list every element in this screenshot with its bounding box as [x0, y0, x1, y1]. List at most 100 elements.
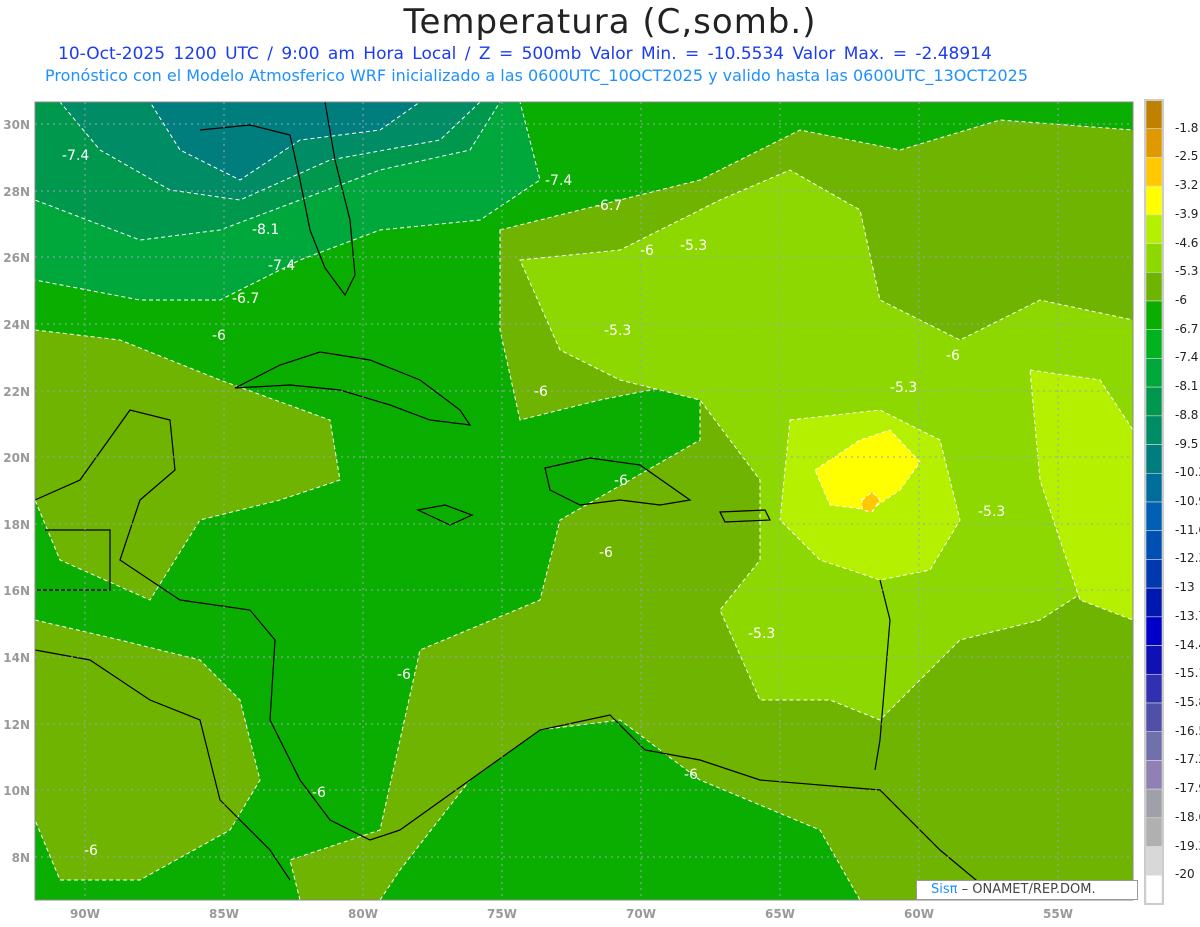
contour-label: -7.4 — [268, 258, 295, 274]
lat-tick: 8N — [12, 851, 30, 865]
lon-tick: 85W — [209, 907, 239, 921]
colorbar-label: -1.8 — [1175, 120, 1199, 135]
lat-tick-labels: 30N 28N 26N 24N 22N 20N 18N 16N 14N 12N … — [3, 118, 30, 865]
colorbar-swatch — [1145, 530, 1163, 560]
contour-label: -5.3 — [890, 380, 917, 396]
lon-tick: 65W — [765, 907, 795, 921]
lat-tick: 22N — [3, 385, 30, 399]
colorbar-label: -6.7 — [1175, 321, 1199, 336]
colorbar-label: -10.2 — [1175, 465, 1200, 480]
contour-label: -5.3 — [680, 238, 707, 254]
colorbar-swatch — [1145, 731, 1163, 761]
contour-label: -6.7 — [232, 291, 259, 307]
colorbar-label: -19.3 — [1175, 838, 1200, 853]
colorbar-swatch — [1145, 702, 1163, 733]
lon-tick: 55W — [1043, 907, 1073, 921]
contour-label: -5.3 — [748, 626, 775, 642]
temperature-map: -7.4 -7.4 -6.7 -8.1 -7.4 -6.7 -6 -5.3 -6… — [3, 99, 1164, 921]
contour-label: -6 — [946, 348, 960, 364]
colorbar-swatch — [1145, 214, 1163, 244]
colorbar-label: -10.9 — [1175, 494, 1200, 508]
contour-label: -8.1 — [252, 222, 279, 238]
sispi-logo: Sisπ — [931, 882, 958, 897]
lon-tick: 80W — [348, 907, 378, 921]
colorbar-label: -2.5 — [1175, 149, 1199, 164]
colorbar-swatch — [1145, 673, 1163, 704]
colorbar-swatch — [1145, 128, 1163, 158]
colorbar-swatch — [1145, 444, 1163, 474]
colorbar-label: -16.5 — [1175, 723, 1200, 738]
lon-tick-labels: 90W 85W 80W 75W 70W 65W 60W 55W — [70, 907, 1073, 921]
contour-label: -5.3 — [604, 323, 631, 339]
contour-label: -6 — [212, 328, 226, 344]
colorbar-label: -13 — [1175, 580, 1195, 595]
colorbar-swatch — [1145, 386, 1163, 417]
colorbar-label: -14.4 — [1175, 637, 1200, 652]
lat-tick: 30N — [3, 118, 30, 132]
lat-tick: 16N — [3, 584, 30, 598]
colorbar-swatch — [1145, 157, 1163, 187]
colorbar-swatch — [1145, 645, 1163, 675]
contour-label: -6 — [599, 545, 613, 561]
lat-tick: 28N — [3, 185, 30, 199]
credit-box: Sisπ – ONAMET/REP.DOM. — [916, 880, 1138, 900]
colorbar-label: -6 — [1175, 293, 1187, 307]
colorbar-label: -8.1 — [1175, 379, 1199, 394]
colorbar-swatch — [1145, 358, 1163, 388]
contour-label: -6 — [640, 243, 654, 259]
contour-label: -6 — [684, 767, 698, 783]
colorbar-label: -17.9 — [1175, 781, 1200, 796]
lat-tick: 20N — [3, 451, 30, 465]
colorbar-swatch — [1145, 587, 1163, 618]
colorbar-swatch — [1145, 472, 1163, 503]
colorbar-label: -12.3 — [1175, 551, 1200, 566]
lat-tick: 10N — [3, 784, 30, 798]
colorbar-label: -3.9 — [1175, 206, 1199, 221]
colorbar-swatch — [1145, 846, 1163, 876]
colorbar-label: -20 — [1175, 867, 1195, 882]
lat-tick: 24N — [3, 318, 30, 332]
colorbar-label: -13.7 — [1175, 608, 1200, 623]
colorbar-swatch — [1145, 185, 1163, 216]
colorbar-label: -3.2 — [1175, 178, 1199, 193]
colorbar-swatch — [1145, 760, 1163, 790]
colorbar-label: -17.2 — [1175, 752, 1200, 767]
colorbar-label: -11.6 — [1175, 522, 1200, 537]
contour-label: -6.7 — [595, 198, 622, 214]
colorbar-label: -4.6 — [1175, 235, 1199, 250]
colorbar — [1144, 99, 1164, 905]
lon-tick: 90W — [70, 907, 100, 921]
credit-text: – ONAMET/REP.DOM. — [957, 882, 1096, 897]
contour-label: -6 — [84, 843, 98, 859]
colorbar-swatch — [1145, 616, 1163, 646]
contour-label: -6 — [397, 667, 411, 683]
colorbar-swatch — [1145, 99, 1163, 130]
lat-tick: 18N — [3, 518, 30, 532]
lat-tick: 26N — [3, 251, 30, 265]
contour-label: -6 — [614, 473, 628, 489]
colorbar-label: -18.6 — [1175, 809, 1200, 824]
contour-label: -6 — [312, 785, 326, 801]
colorbar-label: -15.8 — [1175, 695, 1200, 709]
colorbar-swatch — [1145, 559, 1163, 589]
colorbar-swatch — [1145, 501, 1163, 532]
contour-label: -5.3 — [978, 504, 1005, 520]
contour-label: -7.4 — [62, 148, 89, 164]
colorbar-swatch — [1145, 300, 1163, 331]
colorbar-swatch — [1145, 271, 1163, 302]
lat-tick: 14N — [3, 651, 30, 665]
contour-label: -7.4 — [545, 173, 572, 189]
lon-tick: 70W — [626, 907, 656, 921]
colorbar-label: -15.1 — [1175, 666, 1200, 681]
lat-tick: 12N — [3, 718, 30, 732]
colorbar-swatch — [1145, 415, 1163, 445]
lon-tick: 75W — [487, 907, 517, 921]
colorbar-swatch — [1145, 788, 1163, 819]
colorbar-label: -7.4 — [1175, 350, 1199, 365]
colorbar-swatch — [1145, 817, 1163, 847]
colorbar-label: -8.8 — [1175, 407, 1199, 422]
lon-tick: 60W — [904, 907, 934, 921]
colorbar-label: -9.5 — [1175, 436, 1199, 451]
contour-label: -6 — [534, 384, 548, 400]
colorbar-label: -5.3 — [1175, 264, 1199, 279]
